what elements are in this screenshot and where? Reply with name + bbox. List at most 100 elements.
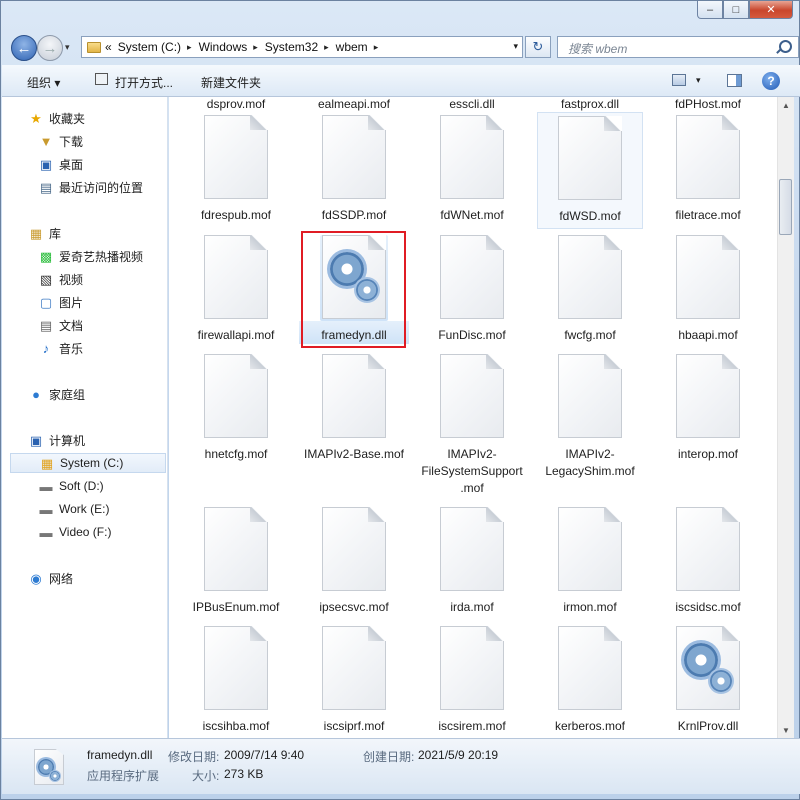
file-item[interactable]: iscsihba.mof — [181, 626, 291, 735]
document-icon — [438, 354, 506, 440]
sidebar-item-iqiyi[interactable]: ▩ 爱奇艺热播视频 — [38, 246, 143, 266]
organize-menu[interactable]: 组织 ▾ — [27, 74, 60, 91]
sidebar-item-drive-c[interactable]: ▦ System (C:) — [10, 453, 166, 473]
help-icon[interactable]: ? — [762, 72, 780, 90]
highlight-box — [301, 231, 406, 348]
file-item[interactable]: ealmeapi.mof — [299, 97, 409, 113]
file-item[interactable]: irda.mof — [417, 507, 527, 616]
change-view-icon[interactable] — [672, 74, 686, 86]
back-button[interactable]: ← — [11, 35, 37, 61]
sidebar-item-computer[interactable]: ▣ 计算机 — [28, 430, 85, 450]
file-item[interactable]: irmon.mof — [535, 507, 645, 616]
sidebar-item-favorites[interactable]: ★ 收藏夹 — [28, 108, 85, 128]
sidebar-label: Work (E:) — [59, 502, 110, 516]
iqiyi-icon: ▩ — [39, 248, 53, 264]
computer-icon: ▣ — [29, 432, 43, 448]
file-item[interactable]: ipsecsvc.mof — [299, 507, 409, 616]
breadcrumb-system32[interactable]: System32 — [265, 40, 318, 54]
file-item[interactable]: KrnlProv.dll — [653, 626, 763, 735]
file-item[interactable]: firewallapi.mof — [181, 235, 291, 344]
sidebar-item-documents[interactable]: ▤ 文档 — [38, 315, 83, 335]
breadcrumb-separator[interactable]: ▸ — [324, 42, 329, 53]
search-input[interactable]: 搜索 wbem — [557, 36, 799, 58]
file-item[interactable]: hnetcfg.mof — [181, 354, 291, 463]
breadcrumb-separator[interactable]: ▸ — [253, 42, 258, 53]
forward-button[interactable]: → — [37, 35, 63, 61]
breadcrumb-separator[interactable]: ▸ — [374, 42, 379, 53]
details-modified-label: 修改日期: — [168, 750, 220, 764]
sidebar-item-drive-d[interactable]: ▬ Soft (D:) — [38, 476, 104, 496]
recent-places-icon: ▤ — [39, 179, 53, 195]
file-item[interactable]: iscsirem.mof — [417, 626, 527, 735]
sidebar-item-drive-e[interactable]: ▬ Work (E:) — [38, 499, 110, 519]
sidebar-item-videos[interactable]: ▧ 视频 — [38, 269, 83, 289]
file-item[interactable]: fdWSD.mof — [537, 112, 643, 229]
address-overflow[interactable]: « — [105, 40, 112, 54]
breadcrumb-wbem[interactable]: wbem — [336, 40, 368, 54]
sidebar-item-recent-places[interactable]: ▤ 最近访问的位置 — [38, 177, 143, 197]
vertical-scrollbar[interactable]: ▲ ▼ — [777, 97, 794, 738]
file-item[interactable]: iscsiprf.mof — [299, 626, 409, 735]
new-folder-button[interactable]: 新建文件夹 — [201, 74, 261, 91]
details-file-type: 应用程序扩展 — [87, 769, 160, 783]
file-item[interactable]: fdSSDP.mof — [299, 115, 409, 224]
file-item[interactable]: fwcfg.mof — [535, 235, 645, 344]
search-icon[interactable] — [779, 40, 792, 53]
search-placeholder: 搜索 wbem — [568, 42, 628, 56]
document-icon — [202, 626, 270, 712]
sidebar-item-music[interactable]: ♪ 音乐 — [38, 338, 83, 358]
preview-pane-icon[interactable] — [727, 74, 742, 87]
file-name: ealmeapi.mof — [317, 97, 391, 111]
file-name: iscsiprf.mof — [323, 719, 385, 733]
file-item[interactable]: fdPHost.mof — [653, 97, 763, 113]
sidebar-item-network[interactable]: ◉ 网络 — [28, 568, 73, 588]
sidebar-item-drive-f[interactable]: ▬ Video (F:) — [38, 522, 112, 542]
breadcrumb-separator[interactable]: ▸ — [187, 42, 192, 53]
file-item[interactable]: iscsidsc.mof — [653, 507, 763, 616]
refresh-button[interactable]: ↻ — [525, 36, 551, 58]
file-item[interactable]: IMAPIv2-LegacyShim.mof — [535, 354, 645, 480]
file-item[interactable]: filetrace.mof — [653, 115, 763, 224]
scrollbar-thumb[interactable] — [779, 179, 792, 235]
scroll-up-icon[interactable]: ▲ — [778, 97, 794, 113]
breadcrumb-windows[interactable]: Windows — [199, 40, 248, 54]
file-item[interactable]: IMAPIv2-FileSystemSupport.mof — [417, 354, 527, 497]
file-item[interactable]: IPBusEnum.mof — [181, 507, 291, 616]
sidebar-item-downloads[interactable]: ▼ 下载 — [38, 131, 83, 151]
file-item[interactable]: kerberos.mof — [535, 626, 645, 735]
address-dropdown[interactable]: ▾ — [513, 41, 518, 52]
file-item[interactable]: fdrespub.mof — [181, 115, 291, 224]
file-item[interactable]: fastprox.dll — [535, 97, 645, 113]
sidebar-item-libraries[interactable]: ▦ 库 — [28, 223, 61, 243]
open-with-button[interactable]: 打开方式... — [115, 74, 173, 91]
command-bar: 组织 ▾ 打开方式... 新建文件夹 ▾ ? — [2, 65, 800, 97]
recent-pages-dropdown[interactable]: ▾ — [65, 42, 70, 53]
document-icon — [202, 115, 270, 201]
sidebar-item-pictures[interactable]: ▢ 图片 — [38, 292, 83, 312]
file-item[interactable]: esscli.dll — [417, 97, 527, 113]
file-item[interactable]: interop.mof — [653, 354, 763, 463]
navigation-bar: ← → ▾ « System (C:) ▸ Windows ▸ System32… — [9, 33, 799, 61]
sidebar-item-homegroup[interactable]: ● 家庭组 — [28, 384, 85, 404]
file-name: irmon.mof — [563, 600, 617, 614]
file-item[interactable]: IMAPIv2-Base.mof — [299, 354, 409, 463]
breadcrumb-system-c[interactable]: System (C:) — [118, 40, 181, 54]
file-item[interactable]: FunDisc.mof — [417, 235, 527, 344]
windows-drive-icon: ▦ — [40, 455, 54, 471]
file-item[interactable]: dsprov.mof — [181, 97, 291, 113]
document-icon — [320, 115, 388, 201]
minimize-button[interactable]: – — [697, 1, 723, 19]
sidebar-label: 网络 — [49, 571, 74, 586]
close-button[interactable]: ✕ — [749, 1, 793, 19]
file-item[interactable]: fdWNet.mof — [417, 115, 527, 224]
view-options-dropdown[interactable]: ▾ — [696, 75, 701, 93]
scroll-down-icon[interactable]: ▼ — [778, 722, 794, 738]
details-modified-value: 2009/7/14 9:40 — [224, 748, 305, 762]
maximize-button[interactable]: □ — [723, 1, 749, 19]
sidebar-item-desktop[interactable]: ▣ 桌面 — [38, 154, 83, 174]
document-icon — [438, 235, 506, 321]
sidebar-label: 桌面 — [59, 157, 84, 172]
address-bar[interactable]: « System (C:) ▸ Windows ▸ System32 ▸ wbe… — [81, 36, 523, 58]
file-name: fdWNet.mof — [440, 208, 504, 222]
file-item[interactable]: hbaapi.mof — [653, 235, 763, 344]
